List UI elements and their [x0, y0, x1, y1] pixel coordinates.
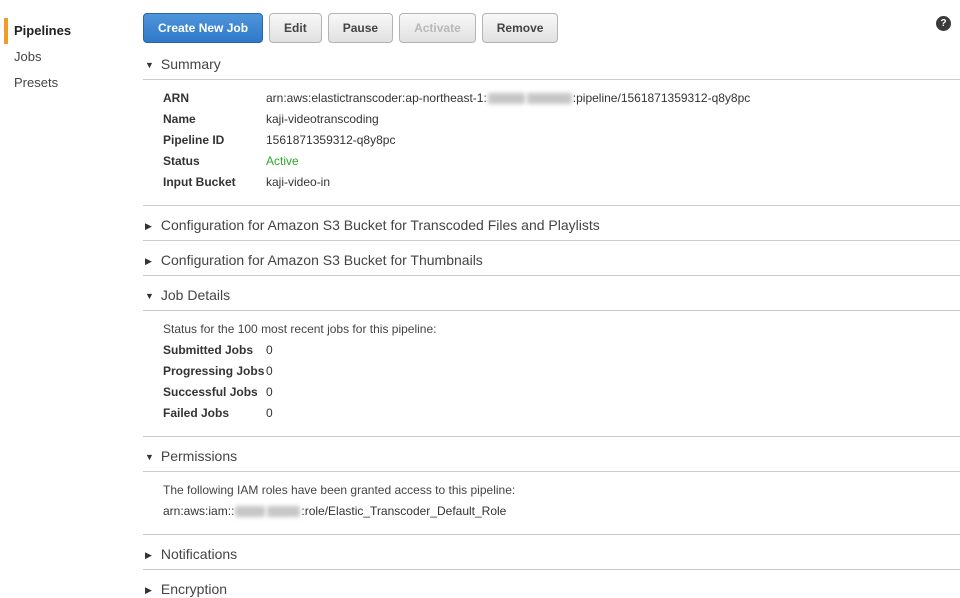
- iam-role-arn: arn:aws:iam:::role/Elastic_Transcoder_De…: [163, 501, 960, 522]
- job-row-successful: Successful Jobs 0: [163, 382, 960, 403]
- activate-button[interactable]: Activate: [399, 13, 476, 43]
- iam-arn-suffix: :role/Elastic_Transcoder_Default_Role: [301, 504, 506, 518]
- section-title: Configuration for Amazon S3 Bucket for T…: [161, 217, 600, 233]
- summary-row-pipeline-id: Pipeline ID 1561871359312-q8y8pc: [163, 130, 960, 151]
- job-details-intro: Status for the 100 most recent jobs for …: [163, 319, 960, 340]
- field-label: Submitted Jobs: [163, 340, 266, 361]
- field-value: 0: [266, 361, 273, 382]
- summary-row-name: Name kaji-videotranscoding: [163, 109, 960, 130]
- field-label: Pipeline ID: [163, 130, 266, 151]
- redacted-account-id: [267, 506, 300, 517]
- arn-suffix: :pipeline/1561871359312-q8y8pc: [573, 91, 751, 105]
- chevron-right-icon: ▶: [145, 550, 157, 561]
- field-value: arn:aws:elastictranscoder:ap-northeast-1…: [266, 88, 750, 109]
- sidebar-item-pipelines[interactable]: Pipelines: [4, 18, 143, 44]
- section-notifications-header[interactable]: ▶ Notifications: [143, 535, 960, 569]
- job-row-failed: Failed Jobs 0: [163, 403, 960, 424]
- field-label: Successful Jobs: [163, 382, 266, 403]
- job-details-body: Status for the 100 most recent jobs for …: [143, 311, 960, 436]
- section-summary-header[interactable]: ▼ Summary: [143, 45, 960, 80]
- chevron-down-icon: ▼: [145, 452, 157, 462]
- field-label: Input Bucket: [163, 172, 266, 193]
- permissions-intro: The following IAM roles have been grante…: [163, 480, 960, 501]
- section-permissions-header[interactable]: ▼ Permissions: [143, 437, 960, 472]
- field-value: 1561871359312-q8y8pc: [266, 130, 395, 151]
- section-title: Permissions: [161, 448, 237, 464]
- arn-prefix: arn:aws:elastictranscoder:ap-northeast-1…: [266, 91, 487, 105]
- section-job-details: ▼ Job Details Status for the 100 most re…: [143, 276, 960, 437]
- toolbar: Create New Job Edit Pause Activate Remov…: [143, 0, 960, 45]
- sidebar-item-jobs[interactable]: Jobs: [4, 44, 143, 70]
- field-value: kaji-videotranscoding: [266, 109, 379, 130]
- chevron-right-icon: ▶: [145, 256, 157, 267]
- field-label: Status: [163, 151, 266, 172]
- field-value: kaji-video-in: [266, 172, 330, 193]
- summary-row-status: Status Active: [163, 151, 960, 172]
- summary-row-input-bucket: Input Bucket kaji-video-in: [163, 172, 960, 193]
- job-row-progressing: Progressing Jobs 0: [163, 361, 960, 382]
- chevron-down-icon: ▼: [145, 60, 157, 70]
- pipeline-detail-panel: Create New Job Edit Pause Activate Remov…: [143, 0, 960, 598]
- remove-button[interactable]: Remove: [482, 13, 559, 43]
- field-value: 0: [266, 382, 273, 403]
- section-encryption: ▶ Encryption: [143, 570, 960, 598]
- summary-body: ARN arn:aws:elastictranscoder:ap-northea…: [143, 80, 960, 205]
- section-title: Encryption: [161, 581, 227, 597]
- section-title: Job Details: [161, 287, 230, 303]
- section-summary: ▼ Summary ARN arn:aws:elastictranscoder:…: [143, 45, 960, 206]
- section-config-transcoded-header[interactable]: ▶ Configuration for Amazon S3 Bucket for…: [143, 206, 960, 240]
- section-encryption-header[interactable]: ▶ Encryption: [143, 570, 960, 598]
- field-label: Failed Jobs: [163, 403, 266, 424]
- redacted-account-id: [235, 506, 265, 517]
- section-notifications: ▶ Notifications: [143, 535, 960, 570]
- chevron-right-icon: ▶: [145, 585, 157, 596]
- field-value: 0: [266, 403, 273, 424]
- status-badge: Active: [266, 151, 299, 172]
- chevron-right-icon: ▶: [145, 221, 157, 232]
- sidebar-item-presets[interactable]: Presets: [4, 70, 143, 96]
- field-label: Name: [163, 109, 266, 130]
- job-row-submitted: Submitted Jobs 0: [163, 340, 960, 361]
- section-title: Notifications: [161, 546, 237, 562]
- chevron-down-icon: ▼: [145, 291, 157, 301]
- redacted-account-id: [488, 93, 525, 104]
- field-label: Progressing Jobs: [163, 361, 266, 382]
- section-config-thumbnails-header[interactable]: ▶ Configuration for Amazon S3 Bucket for…: [143, 241, 960, 275]
- redacted-account-id: [527, 93, 572, 104]
- section-config-transcoded: ▶ Configuration for Amazon S3 Bucket for…: [143, 206, 960, 241]
- section-config-thumbnails: ▶ Configuration for Amazon S3 Bucket for…: [143, 241, 960, 276]
- section-title: Summary: [161, 56, 221, 72]
- create-new-job-button[interactable]: Create New Job: [143, 13, 263, 43]
- permissions-body: The following IAM roles have been grante…: [143, 472, 960, 534]
- section-job-details-header[interactable]: ▼ Job Details: [143, 276, 960, 311]
- section-permissions: ▼ Permissions The following IAM roles ha…: [143, 437, 960, 535]
- edit-button[interactable]: Edit: [269, 13, 322, 43]
- field-label: ARN: [163, 88, 266, 109]
- iam-arn-prefix: arn:aws:iam::: [163, 504, 234, 518]
- pause-button[interactable]: Pause: [328, 13, 393, 43]
- section-title: Configuration for Amazon S3 Bucket for T…: [161, 252, 483, 268]
- summary-row-arn: ARN arn:aws:elastictranscoder:ap-northea…: [163, 88, 960, 109]
- sidebar: Pipelines Jobs Presets: [0, 0, 143, 96]
- field-value: 0: [266, 340, 273, 361]
